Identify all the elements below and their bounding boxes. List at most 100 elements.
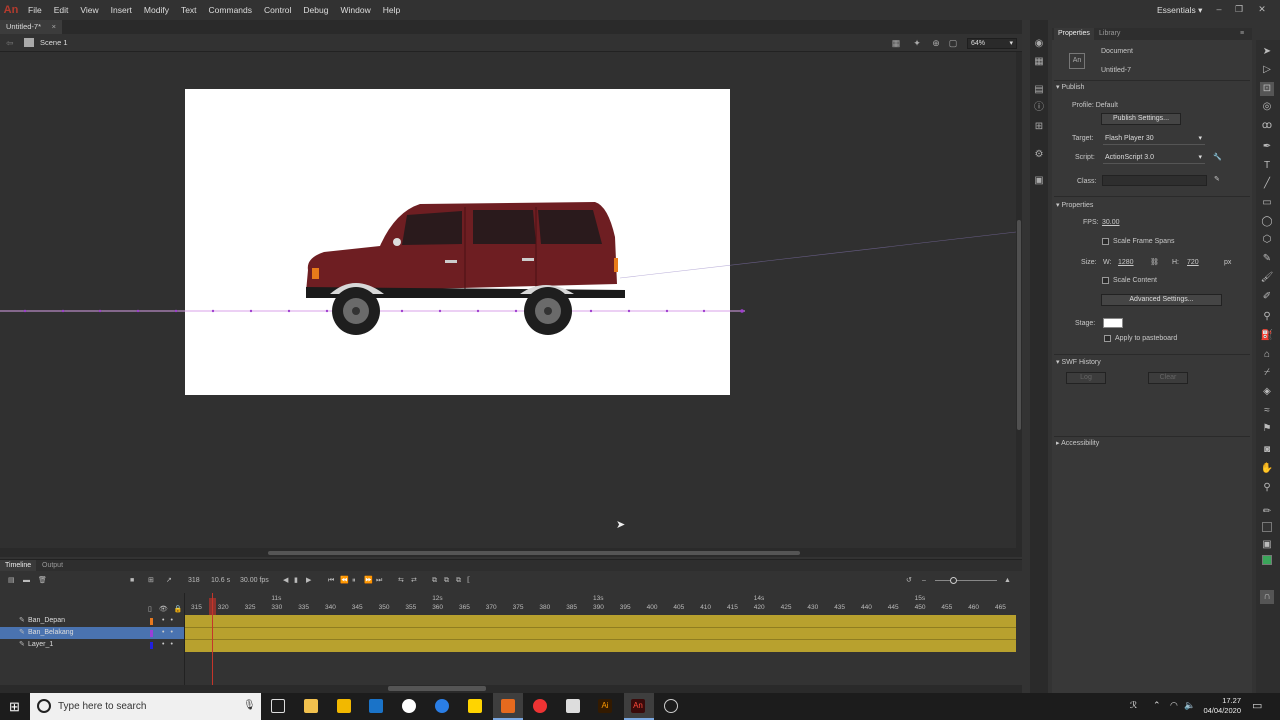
oc-app-icon[interactable] bbox=[402, 699, 416, 713]
apply-pasteboard-checkbox[interactable] bbox=[1104, 335, 1111, 342]
line-tool-icon[interactable]: ╱ bbox=[1260, 177, 1274, 191]
delete-layer-icon[interactable]: 🗑 bbox=[38, 575, 47, 586]
microphone-icon[interactable]: 🎙 bbox=[243, 700, 256, 711]
horizontal-scroll-thumb[interactable] bbox=[268, 551, 800, 555]
task-view-icon[interactable] bbox=[271, 699, 285, 713]
clock-app-icon[interactable] bbox=[664, 699, 678, 713]
wrench-icon[interactable]: 🔧 bbox=[1213, 153, 1222, 163]
network-icon[interactable]: ◠ bbox=[1170, 700, 1178, 711]
menu-text[interactable]: Text bbox=[175, 0, 203, 20]
onion-outline-icon[interactable]: ⧉ bbox=[444, 575, 449, 586]
outline-header-icon[interactable]: ▯ bbox=[148, 606, 152, 613]
minimize-icon[interactable]: – bbox=[1210, 0, 1228, 20]
height-value[interactable]: 720 bbox=[1187, 258, 1199, 268]
workspace-switcher[interactable]: Essentials ▾ bbox=[1157, 0, 1202, 20]
asset-warp-tool-icon[interactable]: ⚑ bbox=[1260, 422, 1274, 436]
layer-toggles[interactable]: •• bbox=[162, 627, 179, 639]
layer-toggles[interactable]: •• bbox=[162, 639, 179, 651]
new-layer-icon[interactable]: ▤ bbox=[8, 575, 15, 586]
notifications-icon[interactable]: ▭ bbox=[1252, 699, 1262, 712]
zoom-tool-icon[interactable]: ⚲ bbox=[1260, 481, 1274, 495]
menu-insert[interactable]: Insert bbox=[105, 0, 138, 20]
align-icon[interactable]: ▤ bbox=[1033, 84, 1045, 96]
menu-modify[interactable]: Modify bbox=[138, 0, 175, 20]
polystar-tool-icon[interactable]: ⬡ bbox=[1260, 233, 1274, 247]
fill-color-icon[interactable]: ▣ bbox=[1260, 538, 1274, 552]
sticky-notes-icon[interactable] bbox=[468, 699, 482, 713]
frame-grid[interactable] bbox=[185, 615, 1016, 652]
pen-tool-icon[interactable]: ✒ bbox=[1260, 140, 1274, 154]
menu-view[interactable]: View bbox=[74, 0, 104, 20]
store-icon[interactable] bbox=[337, 699, 351, 713]
taskbar-search[interactable]: Type here to search bbox=[30, 693, 261, 720]
layer-ban-belakang[interactable]: ✎ Ban_Belakang •• bbox=[0, 627, 184, 639]
center-frame-icon[interactable]: ⇄ bbox=[411, 575, 417, 586]
mail-icon[interactable] bbox=[369, 699, 383, 713]
fill-color-swatch[interactable] bbox=[1262, 555, 1272, 565]
menu-help[interactable]: Help bbox=[377, 0, 406, 20]
close-window-icon[interactable]: ✕ bbox=[1253, 0, 1271, 20]
document-tab[interactable]: Untitled-7* × bbox=[0, 20, 62, 34]
pause-icon[interactable]: ⏸ bbox=[352, 575, 356, 586]
transform-icon[interactable]: ⊞ bbox=[1033, 121, 1045, 133]
edge-icon[interactable] bbox=[501, 699, 515, 713]
target-dropdown[interactable]: Flash Player 30 ▾ bbox=[1103, 134, 1205, 145]
class-input[interactable] bbox=[1102, 175, 1207, 186]
timeline-scrollbar[interactable] bbox=[0, 685, 1022, 693]
panel-menu-icon[interactable]: ≡ bbox=[1240, 29, 1244, 39]
onion-skin-icon[interactable]: ⧉ bbox=[432, 575, 437, 586]
new-folder-icon[interactable]: ▬ bbox=[23, 575, 30, 586]
back-arrow-icon[interactable]: ⇦ bbox=[6, 38, 14, 49]
center-stage-icon[interactable]: ⊕ bbox=[931, 38, 941, 48]
color-wheel-icon[interactable]: ◉ bbox=[1033, 38, 1045, 50]
scene-label[interactable]: Scene 1 bbox=[40, 34, 68, 52]
zoom-in-icon[interactable]: ▲ bbox=[1004, 575, 1011, 586]
system-clock[interactable]: 17.27 04/04/2020 bbox=[1193, 696, 1241, 716]
scale-spans-checkbox[interactable] bbox=[1102, 238, 1109, 245]
last-frame-icon[interactable]: ⏭ bbox=[376, 575, 382, 586]
advanced-settings-button[interactable]: Advanced Settings... bbox=[1101, 294, 1222, 306]
swf-history-header[interactable]: ▾ SWF History bbox=[1056, 358, 1101, 366]
marker-icon[interactable]: ▮ bbox=[294, 575, 298, 586]
app-window-icon[interactable] bbox=[566, 699, 580, 713]
layer-toggles[interactable]: •• bbox=[162, 615, 179, 627]
hand-tool-icon[interactable]: ✋ bbox=[1260, 462, 1274, 476]
free-transform-tool-icon[interactable]: ⊡ bbox=[1260, 82, 1274, 96]
camera-tool-icon[interactable]: ◙ bbox=[1260, 443, 1274, 457]
publish-section-header[interactable]: ▾ Publish bbox=[1056, 83, 1084, 91]
stage-color-swatch[interactable] bbox=[1103, 318, 1123, 328]
chrome-icon[interactable] bbox=[533, 699, 547, 713]
swf-clear-button[interactable]: Clear bbox=[1148, 372, 1188, 384]
file-explorer-icon[interactable] bbox=[304, 699, 318, 713]
menu-window[interactable]: Window bbox=[334, 0, 376, 20]
link-dimensions-icon[interactable]: ⛓ bbox=[1150, 258, 1159, 268]
layer-ban-depan[interactable]: ✎ Ban_Depan •• bbox=[0, 615, 184, 627]
tab-properties[interactable]: Properties bbox=[1054, 28, 1094, 40]
clip-icon[interactable]: ▦ bbox=[891, 38, 901, 48]
paint-bucket-tool-icon[interactable]: ⛽ bbox=[1260, 329, 1274, 343]
brush-tool-icon[interactable]: ✐ bbox=[1260, 290, 1274, 304]
loop-icon[interactable]: ⇆ bbox=[398, 575, 404, 586]
timeline-zoom-slider[interactable] bbox=[935, 580, 997, 581]
3d-rotation-tool-icon[interactable]: ◎ bbox=[1260, 100, 1274, 114]
rectangle-tool-icon[interactable]: ▭ bbox=[1260, 196, 1274, 210]
zoom-dropdown[interactable]: 64% ▾ bbox=[967, 38, 1017, 49]
layer-depth-icon[interactable]: ↗ bbox=[166, 575, 172, 586]
windows-start-icon[interactable]: ⊞ bbox=[9, 699, 20, 715]
menu-control[interactable]: Control bbox=[258, 0, 297, 20]
layer-color-swatch[interactable] bbox=[150, 630, 153, 637]
pencil-tool-icon[interactable]: ✎ bbox=[1260, 252, 1274, 266]
swf-log-button[interactable]: Log bbox=[1066, 372, 1106, 384]
scale-content-checkbox[interactable] bbox=[1102, 277, 1109, 284]
animate-taskbar-icon[interactable]: An bbox=[631, 699, 645, 713]
step-forward-icon[interactable]: ▶ bbox=[306, 575, 311, 586]
vertical-scroll-thumb[interactable] bbox=[1017, 220, 1021, 430]
zoom-out-icon[interactable]: – bbox=[922, 575, 926, 586]
layer-color-swatch[interactable] bbox=[150, 642, 153, 649]
close-tab-icon[interactable]: × bbox=[52, 20, 56, 34]
components-icon[interactable]: ⚙ bbox=[1033, 149, 1045, 161]
script-dropdown[interactable]: ActionScript 3.0 ▾ bbox=[1103, 153, 1205, 164]
first-frame-icon[interactable]: ⏮ bbox=[328, 575, 334, 586]
edit-multiple-icon[interactable]: ⧉ bbox=[456, 575, 461, 586]
menu-debug[interactable]: Debug bbox=[297, 0, 334, 20]
